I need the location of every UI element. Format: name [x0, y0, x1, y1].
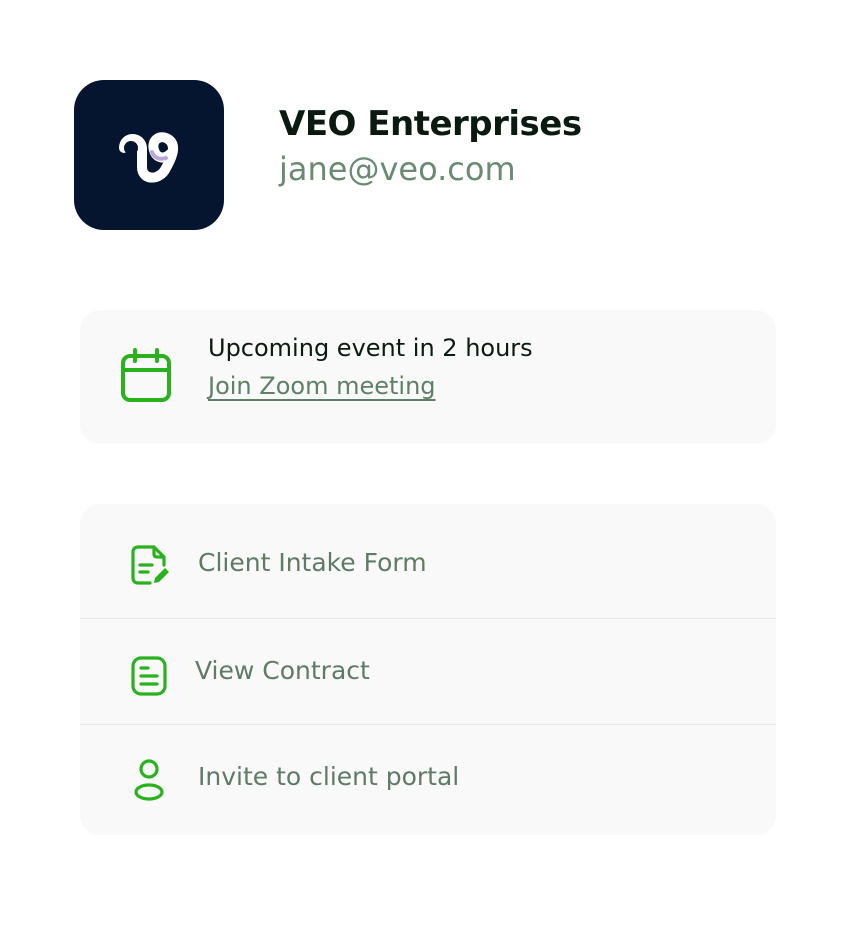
upcoming-event-card: Upcoming event in 2 hours Join Zoom meet… [80, 310, 776, 444]
action-label: Client Intake Form [198, 548, 427, 577]
action-label: View Contract [195, 656, 370, 685]
invite-client-portal-item[interactable]: Invite to client portal [80, 725, 776, 835]
company-name: VEO Enterprises [279, 104, 582, 144]
company-logo [74, 80, 224, 230]
view-contract-item[interactable]: View Contract [80, 619, 776, 725]
event-title: Upcoming event in 2 hours [208, 334, 533, 362]
client-intake-form-item[interactable]: Client Intake Form [80, 504, 776, 619]
document-icon [131, 656, 167, 696]
company-email: jane@veo.com [279, 150, 516, 188]
calendar-icon [121, 348, 171, 402]
user-icon [134, 759, 164, 801]
join-zoom-link[interactable]: Join Zoom meeting [208, 372, 436, 400]
action-label: Invite to client portal [198, 762, 460, 791]
edit-document-icon [131, 545, 169, 585]
actions-list: Client Intake Form View Contract Invite … [80, 504, 776, 835]
veo-logo-icon [119, 132, 178, 183]
